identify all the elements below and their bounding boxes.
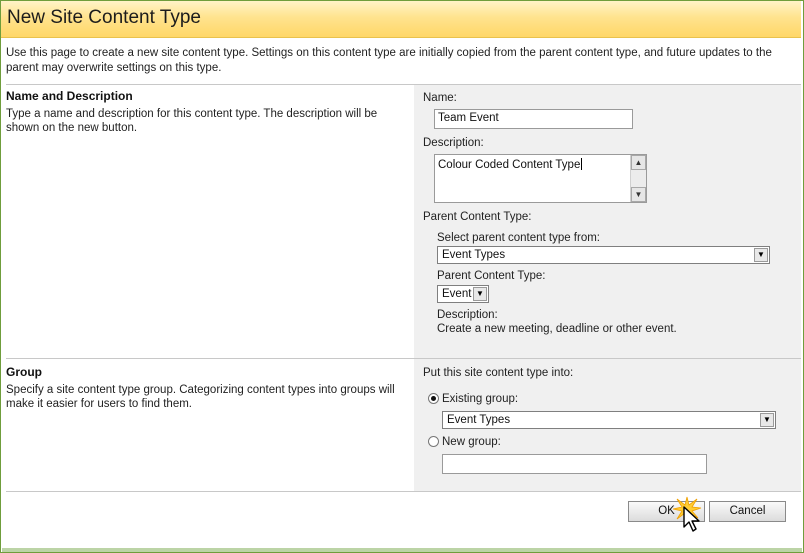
name-section-title: Name and Description	[6, 89, 133, 103]
group-section-title: Group	[6, 365, 42, 379]
button-divider	[6, 491, 801, 492]
existing-group-label[interactable]: Existing group:	[442, 393, 518, 405]
name-section-fields: Name: Team Event Description: Colour Cod…	[414, 85, 801, 358]
page-title: New Site Content Type	[7, 7, 201, 28]
name-section-info: Name and Description Type a name and des…	[6, 85, 414, 358]
group-section-description: Specify a site content type group. Categ…	[6, 384, 395, 410]
chevron-down-icon[interactable]: ▼	[760, 413, 774, 427]
existing-group-select[interactable]: Event Types ▼	[442, 411, 776, 429]
page-header: New Site Content Type	[1, 1, 801, 38]
existing-group-radio[interactable]	[428, 393, 439, 404]
mouse-cursor-icon	[683, 506, 700, 532]
new-group-radio[interactable]	[428, 436, 439, 447]
chevron-down-icon[interactable]: ▼	[754, 248, 768, 262]
scroll-down-icon[interactable]: ▼	[631, 187, 646, 202]
parent-group-select[interactable]: Event Types ▼	[437, 246, 770, 264]
group-section-fields: Put this site content type into: Existin…	[414, 359, 801, 491]
parent-desc-label: Description:	[437, 309, 498, 321]
new-group-label[interactable]: New group:	[442, 436, 501, 448]
parent-content-type-heading: Parent Content Type:	[423, 211, 532, 223]
parent-type-select[interactable]: Event ▼	[437, 285, 489, 303]
text-caret	[581, 158, 583, 170]
new-group-input[interactable]	[442, 454, 707, 474]
name-section-description: Type a name and description for this con…	[6, 108, 378, 134]
group-section: Group Specify a site content type group.…	[6, 358, 801, 491]
intro-text: Use this page to create a new site conte…	[6, 47, 772, 74]
parent-type-value: Event	[442, 288, 472, 300]
existing-group-value: Event Types	[447, 414, 511, 426]
name-input[interactable]: Team Event	[434, 109, 633, 129]
group-section-info: Group Specify a site content type group.…	[6, 359, 414, 491]
parent-desc-value: Create a new meeting, deadline or other …	[437, 323, 677, 335]
description-label: Description:	[423, 137, 484, 149]
name-description-section: Name and Description Type a name and des…	[6, 84, 801, 358]
chevron-down-icon[interactable]: ▼	[473, 287, 487, 301]
scroll-up-icon[interactable]: ▲	[631, 155, 646, 170]
put-into-label: Put this site content type into:	[423, 367, 574, 379]
select-from-label: Select parent content type from:	[437, 232, 601, 244]
description-textarea[interactable]: Colour Coded Content Type ▲ ▼	[434, 154, 647, 203]
description-text: Colour Coded Content Type	[438, 158, 583, 171]
description-scrollbar[interactable]: ▲ ▼	[630, 155, 646, 202]
cancel-button[interactable]: Cancel	[709, 501, 786, 522]
parent-type-label: Parent Content Type:	[437, 270, 546, 282]
description-value: Colour Coded Content Type	[438, 159, 581, 171]
name-label: Name:	[423, 92, 457, 104]
parent-group-value: Event Types	[442, 249, 506, 261]
frame-shadow	[2, 548, 802, 552]
